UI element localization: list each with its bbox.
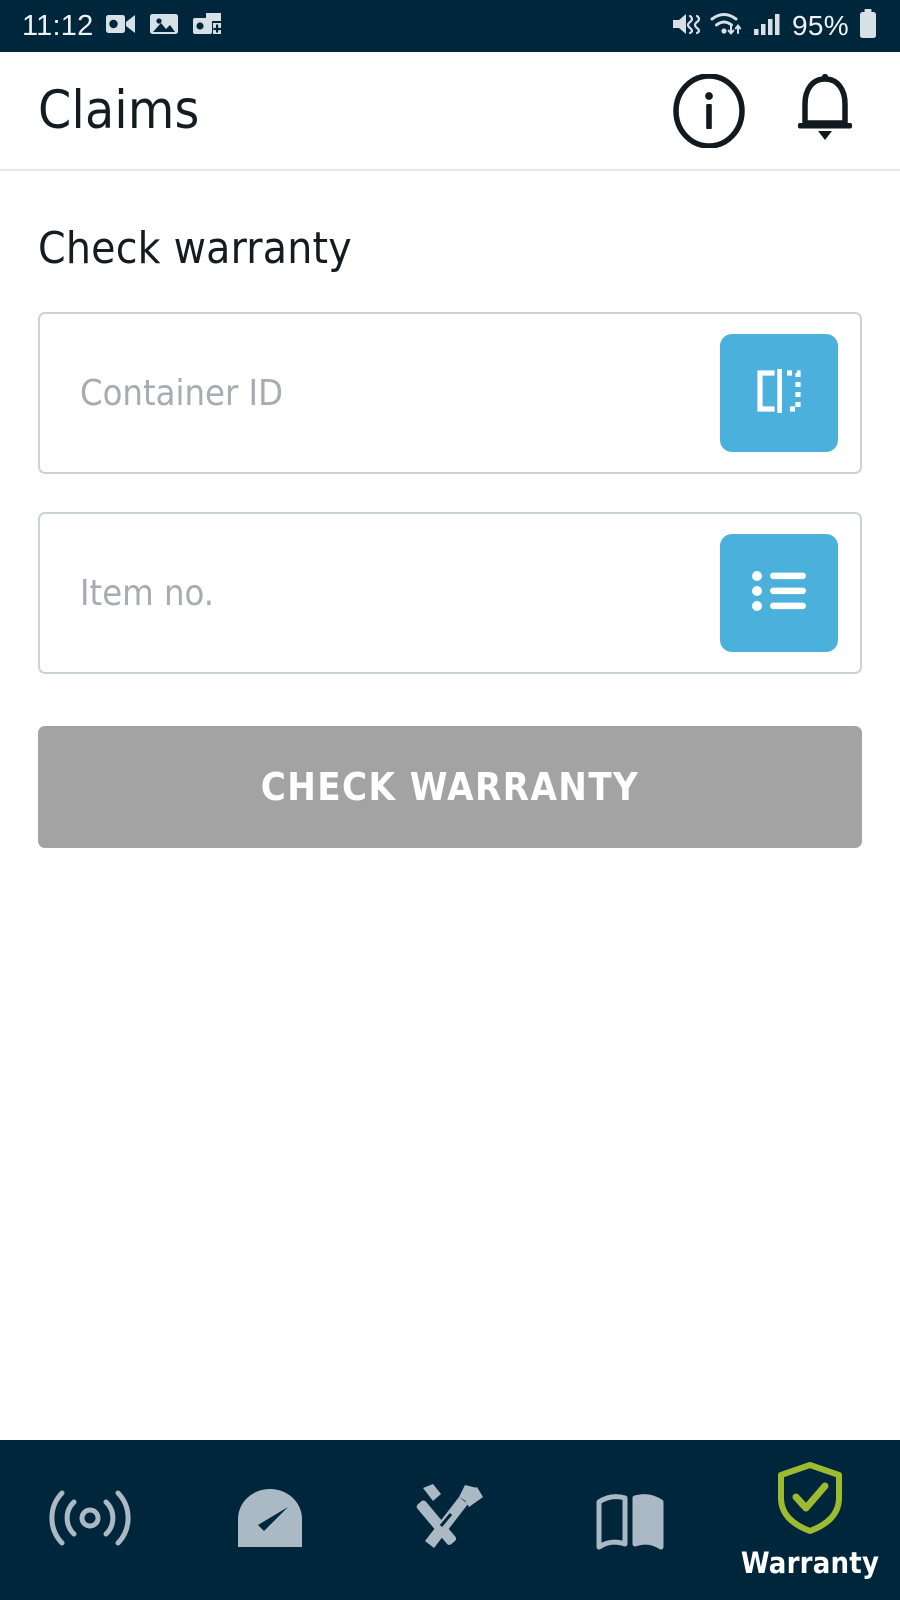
container-id-field[interactable] xyxy=(38,312,862,474)
nav-service[interactable] xyxy=(360,1440,540,1600)
app-header: Claims xyxy=(0,52,900,171)
info-circle-icon[interactable] xyxy=(672,73,746,148)
photo-gallery-icon xyxy=(149,11,179,41)
shield-check-icon xyxy=(774,1460,846,1540)
container-id-input[interactable] xyxy=(80,372,720,414)
page-title: Claims xyxy=(38,80,200,141)
nav-warranty-label: Warranty xyxy=(740,1546,880,1580)
item-no-field[interactable] xyxy=(38,512,862,674)
nav-warranty[interactable]: Warranty xyxy=(720,1440,900,1600)
app-screen: 11:12 95% Claims Check warranty Containe… xyxy=(0,0,900,1600)
open-book-icon xyxy=(591,1484,669,1556)
section-title: Check warranty xyxy=(38,223,352,274)
scan-container-id-button[interactable] xyxy=(720,334,838,452)
select-item-no-button[interactable] xyxy=(720,534,838,652)
bottom-navigation: Warranty xyxy=(0,1440,900,1600)
battery-percent-label: 95% xyxy=(792,10,849,41)
status-bar: 11:12 95% xyxy=(0,0,900,52)
volume-mute-icon xyxy=(671,10,701,42)
broadcast-signal-icon xyxy=(49,1482,131,1558)
tools-icon xyxy=(411,1480,489,1560)
list-icon xyxy=(750,566,808,620)
bell-icon[interactable] xyxy=(790,73,860,149)
nav-performance[interactable] xyxy=(180,1440,360,1600)
cellular-signal-icon xyxy=(753,10,783,42)
outlook-add-icon xyxy=(192,11,222,41)
wifi-icon xyxy=(710,10,744,42)
check-warranty-button[interactable]: CHECK WARRANTY xyxy=(38,726,862,848)
main-content: Check warranty Container ID Item no. CHE… xyxy=(0,173,900,1440)
nav-manuals[interactable] xyxy=(540,1440,720,1600)
app-header-actions xyxy=(672,73,860,149)
gauge-icon xyxy=(232,1483,308,1557)
outlook-video-icon xyxy=(106,11,136,41)
status-bar-left: 11:12 xyxy=(22,10,222,43)
item-no-input[interactable] xyxy=(80,572,720,614)
status-bar-clock: 11:12 xyxy=(22,9,94,42)
barcode-scan-icon xyxy=(748,360,810,426)
battery-icon xyxy=(858,9,878,43)
status-bar-right: 95% xyxy=(671,9,878,43)
nav-connect[interactable] xyxy=(0,1440,180,1600)
